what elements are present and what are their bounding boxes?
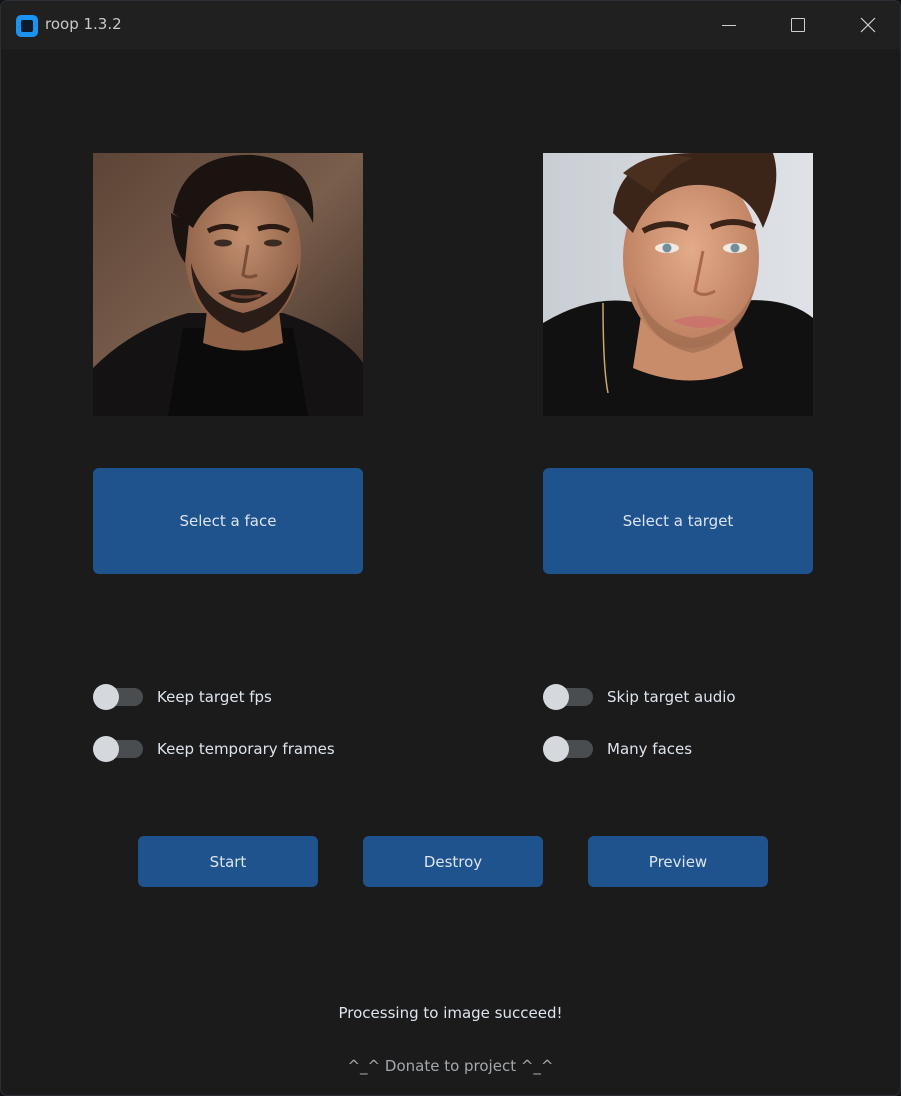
start-button[interactable]: Start	[138, 836, 318, 887]
select-target-button[interactable]: Select a target	[543, 468, 813, 574]
select-face-button[interactable]: Select a face	[93, 468, 363, 574]
window-title: roop 1.3.2	[45, 15, 122, 33]
destroy-button[interactable]: Destroy	[363, 836, 543, 887]
target-face-photo	[543, 153, 813, 416]
target-face-preview	[543, 153, 813, 416]
close-button[interactable]	[833, 1, 900, 49]
keep-target-fps-toggle[interactable]	[93, 684, 143, 710]
switch-knob	[543, 684, 569, 710]
switch-knob	[93, 684, 119, 710]
keep-target-fps-label: Keep target fps	[157, 688, 272, 706]
skip-target-audio-switch[interactable]: Skip target audio	[543, 684, 736, 710]
app-window: roop 1.3.2 Select a face Select a target…	[0, 0, 901, 1096]
source-face-preview	[93, 153, 363, 416]
maximize-icon	[791, 18, 805, 32]
keep-temporary-frames-label: Keep temporary frames	[157, 740, 335, 758]
many-faces-switch[interactable]: Many faces	[543, 736, 692, 762]
skip-target-audio-label: Skip target audio	[607, 688, 736, 706]
close-icon	[860, 17, 876, 33]
title-bar[interactable]: roop 1.3.2	[1, 1, 900, 49]
source-face-photo	[93, 153, 363, 416]
status-message: Processing to image succeed!	[338, 1004, 563, 1022]
minimize-icon	[722, 25, 736, 26]
keep-temporary-frames-toggle[interactable]	[93, 736, 143, 762]
many-faces-toggle[interactable]	[543, 736, 593, 762]
donate-link[interactable]: ^_^ Donate to project ^_^	[1, 1057, 900, 1075]
keep-target-fps-switch[interactable]: Keep target fps	[93, 684, 272, 710]
skip-target-audio-toggle[interactable]	[543, 684, 593, 710]
switch-knob	[93, 736, 119, 762]
roop-app-icon	[16, 15, 38, 37]
switch-knob	[543, 736, 569, 762]
maximize-button[interactable]	[763, 1, 833, 49]
preview-button[interactable]: Preview	[588, 836, 768, 887]
minimize-button[interactable]	[694, 1, 764, 49]
keep-temporary-frames-switch[interactable]: Keep temporary frames	[93, 736, 335, 762]
many-faces-label: Many faces	[607, 740, 693, 758]
